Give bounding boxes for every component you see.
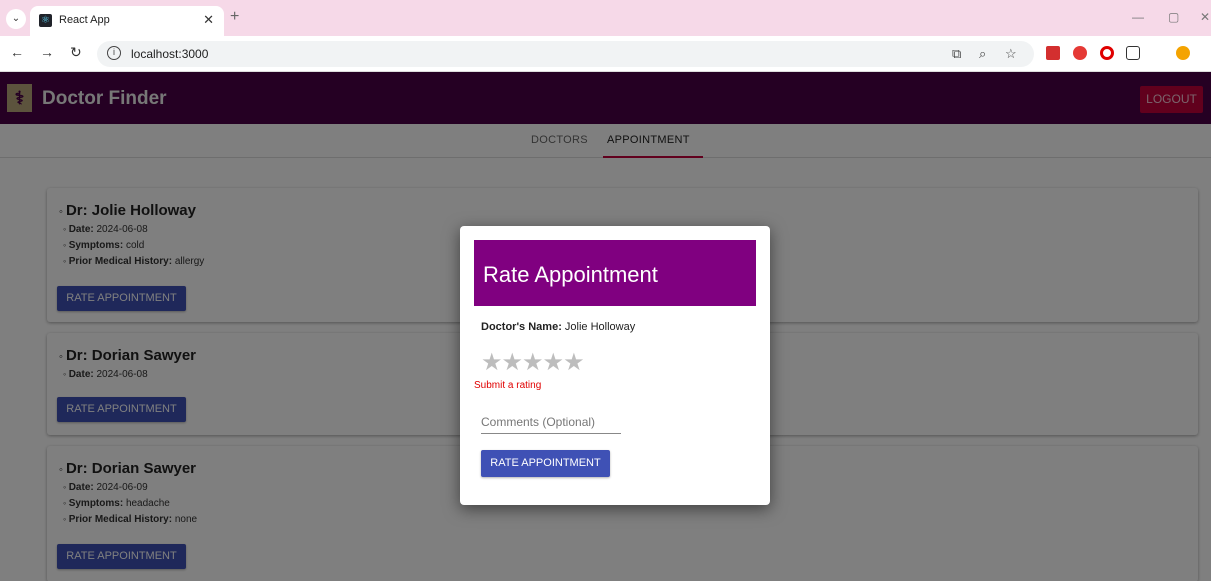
modal-doctor-name: Doctor's Name: Jolie Holloway (481, 321, 636, 333)
tab-close-icon[interactable]: ✕ (203, 12, 214, 28)
browser-tab[interactable]: ⚛ React App ✕ (30, 6, 224, 36)
site-info-icon[interactable]: i (107, 46, 121, 60)
react-favicon-icon: ⚛ (39, 14, 52, 27)
rate-appointment-modal: Rate Appointment Doctor's Name: Jolie Ho… (460, 226, 770, 505)
rating-error-text: Submit a rating (474, 380, 542, 391)
browser-tab-title: React App (59, 14, 110, 26)
close-window-icon[interactable]: ✕ (1200, 10, 1210, 24)
address-bar[interactable]: i localhost:3000 ⧉ ⌕ ☆ (97, 41, 1034, 67)
star-rating[interactable]: ★★★★★ (481, 348, 585, 377)
profile-avatar-icon[interactable] (1176, 46, 1190, 60)
new-tab-icon[interactable]: + (230, 8, 239, 26)
extensions-puzzle-icon[interactable] (1126, 46, 1140, 60)
adblock-icon[interactable] (1073, 46, 1087, 60)
extension-red-icon[interactable] (1046, 46, 1060, 60)
tab-search-icon[interactable]: ⌄ (6, 9, 26, 29)
submit-rating-button[interactable]: RATE APPOINTMENT (481, 450, 610, 477)
opera-icon[interactable] (1100, 46, 1114, 60)
reload-icon[interactable]: ↻ (70, 44, 82, 61)
cast-icon[interactable]: ⧉ (952, 46, 961, 62)
forward-icon[interactable]: → (40, 44, 54, 60)
back-icon[interactable]: ← (10, 44, 24, 60)
restore-icon[interactable]: ▢ (1168, 10, 1179, 24)
comments-input[interactable] (481, 411, 621, 434)
browser-toolbar: ← → ↻ i localhost:3000 ⧉ ⌕ ☆ (0, 36, 1211, 72)
minimize-icon[interactable]: — (1132, 10, 1144, 24)
zoom-icon[interactable]: ⌕ (979, 46, 986, 62)
bookmark-star-icon[interactable]: ☆ (1005, 46, 1017, 62)
modal-header: Rate Appointment (474, 240, 756, 306)
url-text[interactable]: localhost:3000 (131, 47, 208, 61)
browser-tab-strip: ⌄ ⚛ React App ✕ + — ▢ ✕ (0, 0, 1211, 36)
modal-title: Rate Appointment (483, 262, 658, 287)
